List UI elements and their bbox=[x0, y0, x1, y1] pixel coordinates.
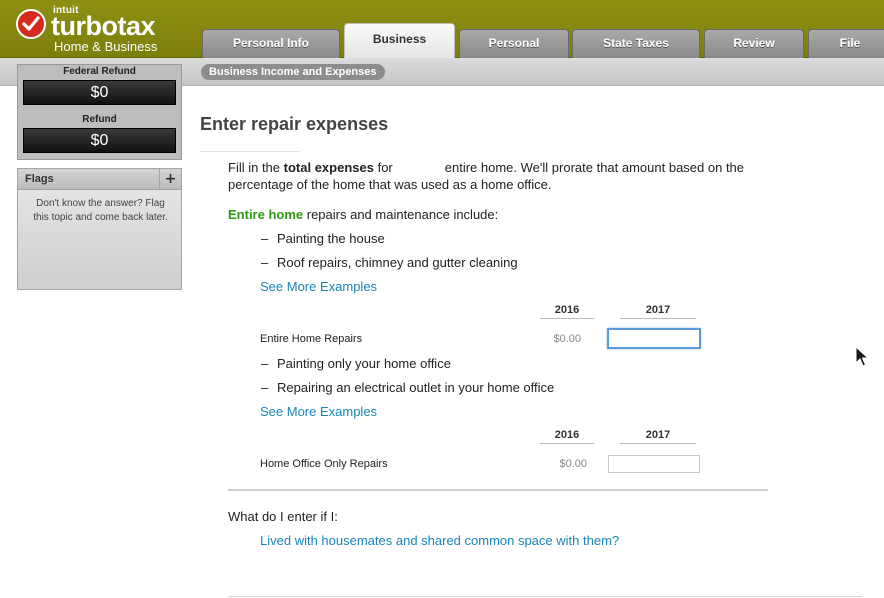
breadcrumb[interactable]: Business Income and Expenses bbox=[201, 64, 385, 80]
see-more-examples-link[interactable]: See More Examples bbox=[260, 404, 377, 419]
year-header-rule bbox=[540, 443, 594, 444]
logo-edition-text: Home & Business bbox=[54, 39, 158, 54]
federal-refund-value: $0 bbox=[23, 80, 176, 105]
intro-text-2: for bbox=[373, 160, 393, 175]
bottom-divider bbox=[228, 596, 862, 597]
home-office-repairs-label: Home Office Only Repairs bbox=[260, 458, 388, 470]
bullet-text: Roof repairs, chimney and gutter cleanin… bbox=[277, 255, 518, 270]
federal-refund-label: Federal Refund bbox=[63, 66, 136, 77]
tab-review[interactable]: Review bbox=[704, 29, 804, 58]
entire-home-lead: Entire home repairs and maintenance incl… bbox=[228, 207, 498, 222]
entire-home-repairs-label: Entire Home Repairs bbox=[260, 333, 363, 345]
year-header-current: 2017 bbox=[645, 304, 671, 316]
refund-panel: Federal Refund $0 Refund $0 bbox=[17, 64, 182, 160]
see-more-examples-link[interactable]: See More Examples bbox=[260, 279, 377, 294]
tab-personal[interactable]: Personal bbox=[459, 29, 569, 58]
title-divider bbox=[200, 151, 300, 152]
flags-panel: Flags + Don't know the answer? Flag this… bbox=[17, 168, 182, 290]
entire-home-prior-value: $0.00 bbox=[553, 333, 581, 345]
list-item: – Painting the house bbox=[261, 231, 385, 246]
app-header: intuit turbotax Home & Business Personal… bbox=[0, 0, 884, 59]
list-item: – Painting only your home office bbox=[261, 356, 451, 371]
page-title: Enter repair expenses bbox=[200, 114, 389, 134]
entire-home-emphasis: Entire home bbox=[228, 207, 304, 222]
add-flag-button[interactable]: + bbox=[159, 169, 181, 190]
question-label: What do I enter if I: bbox=[228, 509, 338, 524]
intro-text-1: Fill in the bbox=[228, 160, 284, 175]
refund-label: Refund bbox=[82, 114, 117, 125]
home-office-repairs-input[interactable] bbox=[608, 455, 700, 473]
refund-value: $0 bbox=[23, 128, 176, 153]
tab-business[interactable]: Business bbox=[344, 23, 455, 59]
year-header-rule bbox=[620, 318, 696, 319]
flags-title: Flags bbox=[25, 173, 54, 185]
entire-home-repairs-input[interactable] bbox=[607, 328, 701, 349]
checkmark-icon bbox=[16, 9, 46, 39]
bullet-text: Repairing an electrical outlet in your h… bbox=[277, 380, 555, 395]
housemates-question-link[interactable]: Lived with housemates and shared common … bbox=[260, 533, 619, 548]
year-header-current: 2017 bbox=[645, 429, 671, 441]
tab-state-taxes[interactable]: State Taxes bbox=[572, 29, 700, 58]
year-header-prior: 2016 bbox=[554, 304, 580, 316]
turbotax-logo[interactable]: intuit turbotax Home & Business bbox=[16, 5, 176, 56]
intro-bold-text: total expenses bbox=[283, 160, 374, 175]
year-header-rule bbox=[620, 443, 696, 444]
logo-brand-text: turbotax bbox=[51, 11, 156, 41]
mouse-pointer-icon bbox=[855, 345, 870, 372]
list-item: – Roof repairs, chimney and gutter cleani… bbox=[261, 255, 518, 270]
tab-file[interactable]: File bbox=[808, 29, 884, 58]
list-item: – Repairing an electrical outlet in your … bbox=[261, 380, 555, 395]
intro-paragraph: Fill in the total expenses for entire hom… bbox=[228, 159, 808, 193]
home-office-prior-value: $0.00 bbox=[559, 458, 587, 470]
year-header-rule bbox=[540, 318, 594, 319]
bullet-text: Painting only your home office bbox=[277, 356, 451, 371]
year-header-prior: 2016 bbox=[554, 429, 580, 441]
flags-help-text: Don't know the answer? Flag this topic a… bbox=[33, 198, 168, 223]
bullet-text: Painting the house bbox=[277, 231, 385, 246]
section-divider bbox=[228, 489, 768, 491]
entire-home-lead-text: repairs and maintenance include: bbox=[303, 207, 499, 222]
flags-header: Flags + bbox=[18, 169, 181, 190]
tab-personal-info[interactable]: Personal Info bbox=[202, 29, 340, 58]
